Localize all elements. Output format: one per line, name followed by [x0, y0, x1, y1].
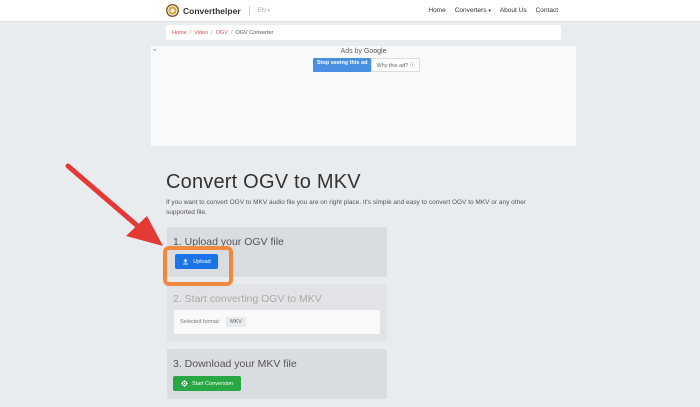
chevron-down-icon: ▾: [267, 7, 271, 14]
breadcrumb-separator: /: [211, 29, 213, 36]
ad-container: ◂ Ads by Google Stop seeing this ad Why …: [151, 46, 576, 146]
format-label: Selected format:: [180, 319, 221, 325]
start-conversion-label: Start Conversion: [192, 380, 233, 387]
highlight-box: [163, 246, 233, 286]
breadcrumb-home[interactable]: Home: [172, 30, 187, 36]
gear-icon: [181, 380, 188, 387]
page-description: If you want to convert OGV to MKV audio …: [166, 199, 526, 216]
ad-label: Ads by Google: [151, 48, 576, 55]
format-row: Selected format: MKV: [174, 310, 380, 334]
breadcrumb-ogv[interactable]: OGV: [216, 30, 228, 36]
why-this-ad-button[interactable]: Why this ad? ⓘ: [371, 58, 421, 72]
brand[interactable]: Converthelper EN ▾: [166, 4, 270, 17]
language-label: EN: [257, 7, 266, 14]
nav-converters-label: Converters: [454, 7, 487, 14]
breadcrumb-separator: /: [189, 29, 192, 36]
stop-seeing-ad-button[interactable]: Stop seeing this ad: [313, 58, 372, 72]
nav-home[interactable]: Home: [428, 7, 445, 14]
breadcrumb-separator: /: [230, 29, 233, 36]
nav-converters[interactable]: Converters ▾: [455, 7, 491, 14]
logo-icon: [166, 4, 179, 17]
navbar: Converthelper EN ▾ Home Converters ▾ Abo…: [0, 0, 700, 22]
ad-label-text: Ads by: [340, 48, 362, 55]
breadcrumb-current: OGV Converter: [235, 29, 274, 36]
step-convert-title: 2. Start converting OGV to MKV: [173, 293, 322, 305]
nav-menu: Home Converters ▾ About Us Contact: [428, 7, 558, 14]
language-selector[interactable]: EN ▾: [258, 8, 271, 14]
nav-about[interactable]: About Us: [500, 7, 527, 14]
nav-contact[interactable]: Contact: [536, 7, 558, 14]
breadcrumb: Home / Video / OGV / OGV Converter: [166, 25, 561, 40]
format-badge: MKV: [226, 317, 246, 327]
step-download: 3. Download your MKV file Start Conversi…: [167, 349, 387, 399]
brand-name: Converthelper: [183, 5, 241, 16]
page-title: Convert OGV to MKV: [166, 171, 361, 193]
ad-google-text: Google: [363, 48, 387, 55]
step-convert: 2. Start converting OGV to MKV Selected …: [167, 284, 387, 341]
start-conversion-button[interactable]: Start Conversion: [173, 376, 241, 391]
step-download-title: 3. Download your MKV file: [173, 358, 297, 370]
ad-buttons: Stop seeing this ad Why this ad? ⓘ: [313, 58, 421, 72]
breadcrumb-video[interactable]: Video: [194, 30, 208, 36]
divider: [248, 5, 250, 16]
chevron-down-icon: ▾: [488, 8, 491, 14]
